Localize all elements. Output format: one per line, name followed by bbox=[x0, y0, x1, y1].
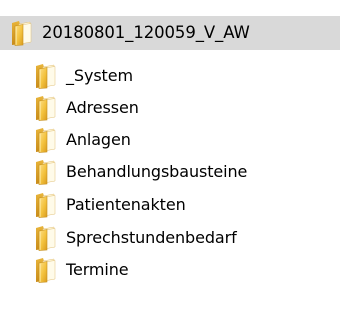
folder-icon bbox=[34, 95, 58, 121]
folder-icon bbox=[34, 127, 58, 153]
folder-icon bbox=[34, 159, 58, 185]
tree-item-patientenakten[interactable]: Patientenakten bbox=[34, 189, 334, 221]
tree-item-root-folder[interactable]: 20180801_120059_V_AW bbox=[0, 16, 340, 50]
tree-item-behandlungsbausteine[interactable]: Behandlungsbausteine bbox=[34, 156, 334, 188]
tree-item-label: Termine bbox=[66, 260, 129, 279]
tree-item-label: Sprechstundenbedarf bbox=[66, 228, 237, 247]
tree-item-adressen[interactable]: Adressen bbox=[34, 92, 334, 124]
tree-item-system[interactable]: _System bbox=[34, 60, 334, 92]
tree-item-label: Behandlungsbausteine bbox=[66, 162, 248, 181]
folder-icon bbox=[34, 225, 58, 251]
tree-item-label: Patientenakten bbox=[66, 195, 186, 214]
folder-icon bbox=[34, 63, 58, 89]
tree-item-label: Anlagen bbox=[66, 130, 131, 149]
folder-icon bbox=[10, 20, 34, 46]
tree-item-sprechstundenbedarf[interactable]: Sprechstundenbedarf bbox=[34, 222, 334, 254]
folder-icon bbox=[34, 257, 58, 283]
tree-item-label: _System bbox=[66, 66, 133, 85]
tree-item-anlagen[interactable]: Anlagen bbox=[34, 124, 334, 156]
tree-item-label: Adressen bbox=[66, 98, 139, 117]
tree-item-label: 20180801_120059_V_AW bbox=[42, 23, 250, 42]
folder-icon bbox=[34, 192, 58, 218]
tree-item-termine[interactable]: Termine bbox=[34, 254, 334, 286]
folder-tree: 20180801_120059_V_AW _System Adressen An… bbox=[0, 0, 353, 324]
